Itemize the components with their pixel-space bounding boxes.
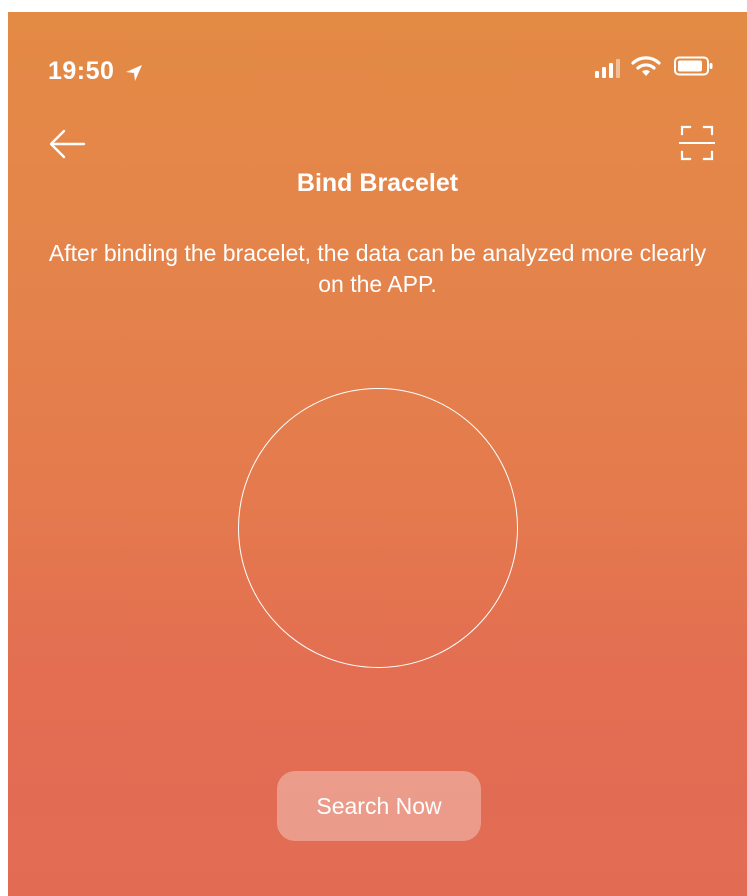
location-arrow-icon — [126, 65, 142, 81]
status-time: 19:50 — [48, 57, 115, 85]
app-frame: 19:50 Bind Bracelet After binding the br… — [8, 0, 747, 896]
page-title: Bind Bracelet — [296, 169, 459, 197]
search-now-button[interactable]: Search Now — [277, 771, 481, 841]
page-description: After binding the bracelet, the data can… — [48, 240, 707, 297]
bind-bracelet-screen: 19:50 Bind Bracelet After binding the br… — [8, 12, 747, 896]
scan-icon[interactable] — [679, 124, 715, 162]
search-ring — [238, 388, 518, 668]
battery-icon — [674, 56, 713, 76]
cellular-signal-icon — [595, 59, 620, 78]
wifi-icon — [631, 56, 661, 76]
arrow-left-icon[interactable] — [48, 128, 86, 160]
